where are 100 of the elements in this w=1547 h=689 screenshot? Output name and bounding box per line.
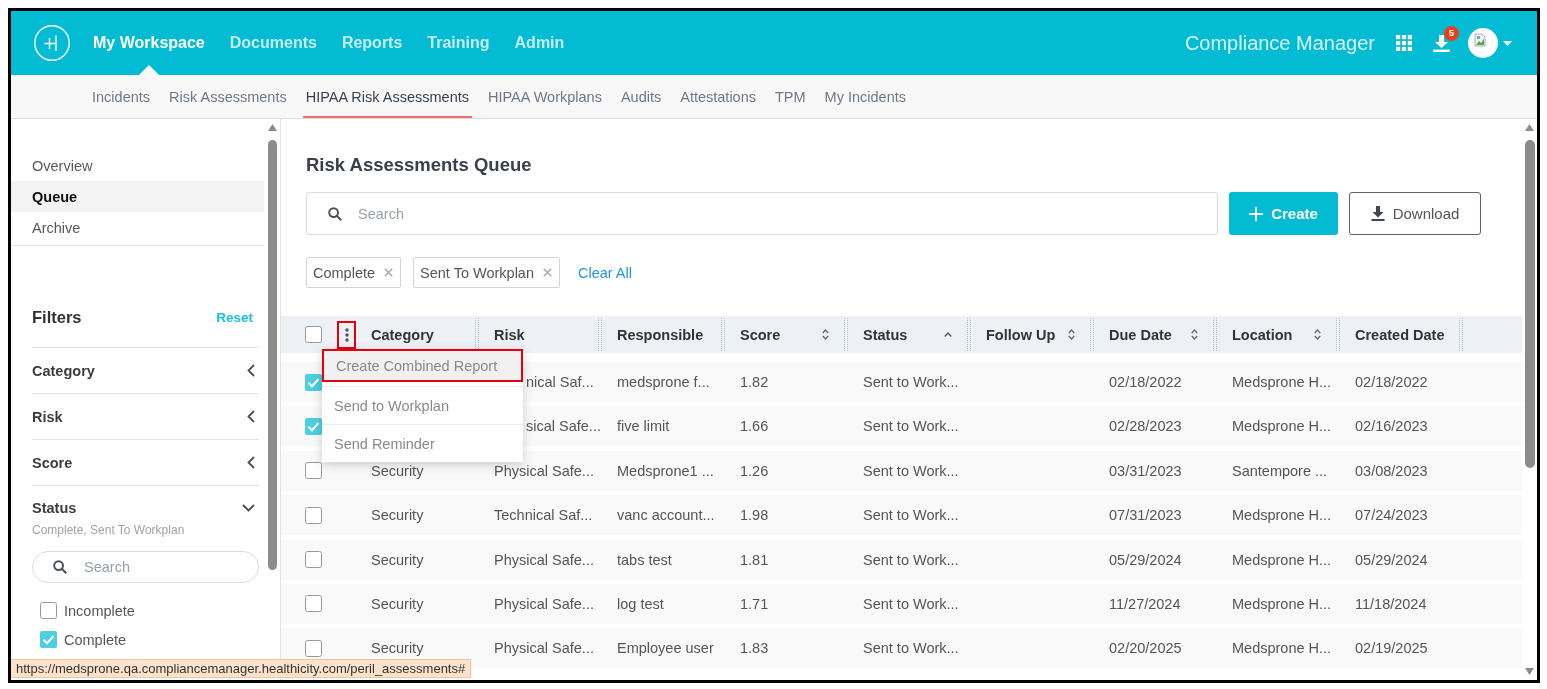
column-header: Responsible — [617, 326, 704, 343]
resize-handle[interactable] — [1336, 318, 1340, 351]
sub-nav-tab[interactable]: Audits — [617, 75, 665, 118]
create-button[interactable]: Create — [1229, 192, 1338, 235]
column-header[interactable]: Score — [740, 326, 781, 343]
chip-label: Complete — [313, 264, 376, 281]
table-cell: Santempore ... — [1232, 462, 1328, 479]
more-actions-button[interactable] — [337, 320, 356, 349]
table-cell: 02/18/2022 — [1109, 374, 1182, 390]
row-checkbox[interactable] — [305, 551, 322, 569]
download-button[interactable]: Download — [1349, 192, 1481, 235]
plus-icon — [1249, 206, 1264, 221]
avatar-icon[interactable] — [1468, 28, 1498, 58]
table-cell: vanc account... — [617, 507, 715, 524]
table-cell: 1.26 — [740, 462, 769, 479]
resize-handle[interactable] — [1213, 318, 1217, 351]
nav-tab[interactable]: My Workspace — [93, 11, 205, 75]
menu-item[interactable]: Send to Workplan — [322, 386, 523, 424]
sub-nav-tab[interactable]: HIPAA Workplans — [485, 75, 605, 118]
checkbox[interactable] — [40, 631, 57, 648]
table-cell: 02/19/2025 — [1355, 640, 1428, 657]
table-cell: log test — [617, 595, 664, 612]
sub-nav-tab[interactable]: HIPAA Risk Assessments — [302, 75, 472, 118]
sort-icon[interactable] — [1068, 329, 1075, 340]
logo-icon[interactable] — [34, 25, 70, 61]
resize-handle[interactable] — [967, 318, 971, 351]
table-cell: Medsprone H... — [1232, 595, 1332, 612]
scrollbar-thumb[interactable] — [1524, 140, 1535, 468]
table-cell: 1.71 — [740, 595, 769, 612]
column-header[interactable]: Status — [863, 326, 908, 343]
resize-handle[interactable] — [1459, 318, 1463, 351]
close-icon[interactable] — [543, 268, 552, 277]
table-cell: Sent to Work... — [863, 640, 959, 657]
table-cell: Security — [371, 640, 424, 657]
resize-handle[interactable] — [721, 318, 725, 351]
row-checkbox[interactable] — [305, 417, 322, 435]
filter-toggle[interactable]: Score — [32, 440, 259, 485]
menu-item[interactable]: Create Combined Report — [322, 349, 523, 382]
column-header[interactable]: Location — [1232, 326, 1293, 343]
table-cell: Physical Safe... — [494, 551, 594, 568]
page-title: Risk Assessments Queue — [305, 153, 533, 177]
reset-link[interactable]: Reset — [216, 309, 253, 325]
row-checkbox[interactable] — [305, 373, 322, 391]
table-cell: Medsprone H... — [1232, 640, 1332, 657]
resize-handle[interactable] — [844, 318, 848, 351]
filter-search-field[interactable]: Search — [32, 551, 259, 583]
search-field[interactable]: Search — [306, 192, 1218, 235]
table-cell: medsprone f... — [617, 374, 710, 390]
table-cell: Sent to Work... — [863, 507, 959, 524]
table-cell: Technical Saf... — [494, 507, 593, 524]
checkbox-label[interactable]: Complete — [64, 631, 127, 648]
sidebar-item[interactable]: Archive — [11, 212, 264, 243]
table-cell: Physical Safe... — [494, 640, 594, 657]
table-cell: 1.66 — [740, 418, 769, 435]
filter-toggle[interactable]: Category — [32, 348, 259, 393]
sub-nav-tab[interactable]: Risk Assessments — [166, 75, 290, 118]
row-checkbox[interactable] — [305, 462, 322, 480]
caret-icon[interactable] — [1503, 40, 1512, 46]
resize-handle[interactable] — [598, 318, 602, 351]
table-cell: 07/31/2023 — [1109, 507, 1182, 524]
sub-nav-tab[interactable]: Incidents — [89, 75, 154, 118]
sub-nav-tab[interactable]: My Incidents — [821, 75, 909, 118]
menu-item[interactable]: Send Reminder — [322, 424, 523, 462]
sort-icon[interactable] — [1191, 329, 1198, 340]
column-header[interactable]: Due Date — [1109, 326, 1172, 343]
select-all-checkbox[interactable] — [305, 326, 322, 343]
resize-handle[interactable] — [1090, 318, 1094, 351]
sort-ascending-icon[interactable] — [944, 332, 952, 337]
sub-nav-tab[interactable]: TPM — [772, 75, 809, 118]
checkbox[interactable] — [40, 602, 57, 619]
filter-toggle[interactable]: Status — [32, 486, 259, 518]
table-cell: 1.81 — [740, 551, 769, 568]
sub-nav-tab[interactable]: Attestations — [677, 75, 759, 118]
download-icon[interactable] — [1433, 34, 1450, 52]
sort-icon[interactable] — [822, 329, 829, 340]
row-checkbox[interactable] — [305, 639, 322, 657]
table-cell: 02/18/2022 — [1355, 374, 1428, 390]
table-cell: Employee user — [617, 640, 714, 657]
row-checkbox[interactable] — [305, 506, 322, 524]
table-cell: nical Saf... — [526, 374, 594, 390]
scrollbar-thumb[interactable] — [267, 140, 277, 570]
scroll-down-icon[interactable] — [1525, 668, 1534, 675]
column-header: Category — [371, 326, 434, 343]
scroll-up-icon[interactable] — [1525, 124, 1534, 131]
table-cell: tabs test — [617, 551, 672, 568]
column-header[interactable]: Follow Up — [986, 326, 1056, 343]
close-icon[interactable] — [384, 268, 394, 277]
row-checkbox[interactable] — [305, 595, 322, 613]
table-cell: Security — [371, 462, 424, 479]
notification-badge: 5 — [1444, 25, 1459, 41]
sidebar-item[interactable]: Overview — [11, 150, 264, 181]
filter-toggle[interactable]: Risk — [32, 394, 259, 439]
clear-all-link[interactable]: Clear All — [578, 264, 632, 281]
checkbox-label[interactable]: Incomplete — [64, 602, 135, 619]
search-icon — [328, 206, 342, 221]
sidebar-item[interactable]: Queue — [11, 181, 264, 212]
apps-grid-icon[interactable] — [1396, 35, 1412, 51]
sort-icon[interactable] — [1314, 329, 1321, 340]
scroll-up-icon[interactable] — [267, 124, 277, 131]
download-icon — [1370, 206, 1385, 221]
